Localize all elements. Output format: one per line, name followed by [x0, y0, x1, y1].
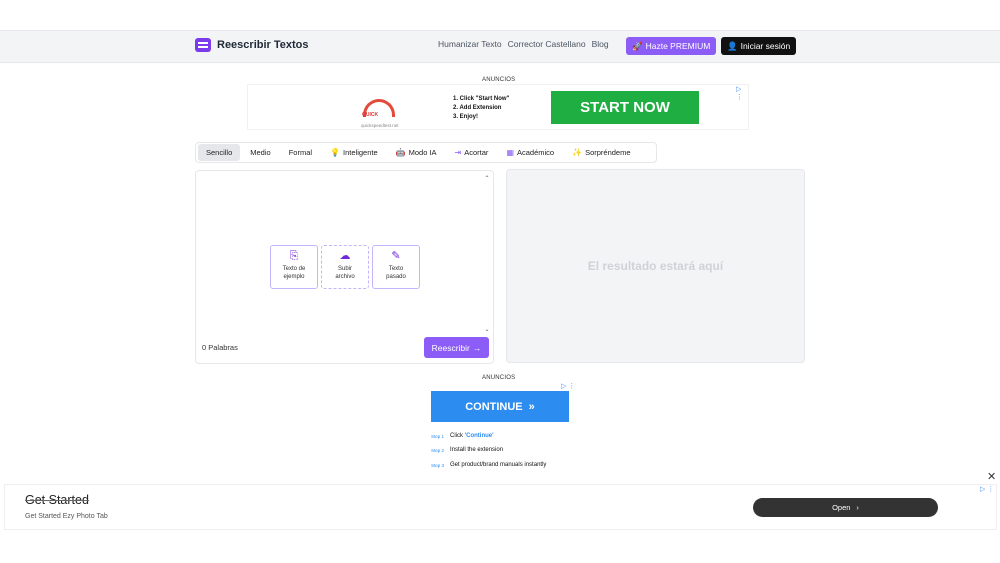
- input-editor[interactable]: ⌃ ⌄ ⎘ Texto de ejemplo ☁ Subir archivo ✎…: [195, 170, 494, 364]
- ad-banner-top[interactable]: QUICK quickspeedtest.net 1. Click "Start…: [247, 84, 749, 130]
- sparkle-icon: ✨: [572, 148, 583, 157]
- word-count: 0 Palabras: [202, 343, 238, 352]
- tab-acortar[interactable]: ⇥ Acortar: [447, 144, 497, 161]
- ad-banner-middle[interactable]: ▷ ⋮ CONTINUE » Step 1 Click 'Continue' S…: [424, 383, 576, 479]
- premium-button[interactable]: 🚀 Hazte PREMIUM: [626, 37, 717, 55]
- ad-steps: 1. Click "Start Now" 2. Add Extension 3.…: [453, 95, 509, 122]
- tab-label: Medio: [250, 148, 271, 157]
- tab-modo-ia[interactable]: 🤖 Modo IA: [388, 144, 445, 161]
- rewrite-label: Reescribir: [431, 342, 470, 353]
- start-now-button[interactable]: START NOW: [551, 91, 699, 124]
- ad-step-2: Step 2 Install the extension: [431, 447, 503, 453]
- option-label: pasado: [386, 274, 406, 280]
- top-nav: Humanizar Texto Corrector Castellano Blo…: [438, 39, 609, 49]
- logo-text: Reescribir Textos: [217, 39, 309, 51]
- page: Reescribir Textos Humanizar Texto Correc…: [0, 0, 1000, 563]
- step-text: Get product/brand manuals instantly: [450, 462, 547, 468]
- ad-brand-url: quickspeedtest.net: [361, 123, 399, 128]
- tab-label: Modo IA: [408, 148, 437, 157]
- double-chevron-right-icon: »: [528, 400, 535, 413]
- login-button[interactable]: 👤 Iniciar sesión: [721, 37, 797, 55]
- ad-title: Get Started: [25, 493, 89, 507]
- nav-link-corrector[interactable]: Corrector Castellano: [508, 39, 586, 49]
- sample-text-button[interactable]: ⎘ Texto de ejemplo: [270, 245, 318, 289]
- ad-brand-name: QUICK: [362, 112, 379, 118]
- step-text: Install the extension: [450, 447, 504, 453]
- user-icon: 👤: [727, 40, 738, 51]
- ad-step-1: Step 1 Click 'Continue': [431, 433, 494, 439]
- ads-label-top: ANUNCIOS: [482, 77, 516, 83]
- tab-medio[interactable]: Medio: [242, 144, 278, 161]
- result-panel: El resultado estará aquí: [506, 169, 805, 363]
- nav-link-humanizar[interactable]: Humanizar Texto: [438, 39, 502, 49]
- login-label: Iniciar sesión: [740, 41, 791, 51]
- ad-banner-bottom[interactable]: Get Started Get Started Ezy Photo Tab Op…: [4, 484, 997, 530]
- step-highlight: 'Continue': [464, 433, 494, 439]
- continue-button[interactable]: CONTINUE »: [431, 391, 569, 422]
- tab-label: Académico: [517, 148, 555, 157]
- result-placeholder: El resultado estará aquí: [587, 259, 724, 273]
- document-import-icon: ⎘: [289, 250, 299, 262]
- adchoices-icon[interactable]: ▷ ⋮: [980, 485, 994, 493]
- adchoices-icon[interactable]: ▷ ⋮: [561, 382, 575, 390]
- tab-academico[interactable]: ▦ Académico: [498, 144, 562, 161]
- editor-scrollbar[interactable]: ⌃ ⌄: [483, 175, 491, 333]
- step-text: Click: [450, 433, 465, 439]
- continue-label: CONTINUE: [465, 400, 523, 413]
- rewrite-button[interactable]: Reescribir →: [424, 337, 489, 358]
- chat-bubble-icon: [195, 38, 211, 52]
- rocket-icon: 🚀: [632, 40, 643, 51]
- tab-formal[interactable]: Formal: [281, 144, 320, 161]
- ad-step-3: Step 3 Get product/brand manuals instant…: [431, 462, 546, 468]
- ad-step-3: 3. Enjoy!: [453, 114, 479, 120]
- mode-tabs: Sencillo Medio Formal 💡 Inteligente 🤖 Modo…: [195, 142, 657, 163]
- chevron-right-icon: ›: [856, 503, 859, 512]
- header: Reescribir Textos Humanizar Texto Correc…: [0, 30, 1000, 63]
- logo[interactable]: Reescribir Textos: [195, 38, 309, 52]
- previous-text-button[interactable]: ✎ Texto pasado: [372, 245, 420, 289]
- open-label: Open: [832, 503, 851, 512]
- tab-label: Acortar: [464, 148, 489, 157]
- shorten-icon: ⇥: [454, 148, 462, 157]
- step-number: Step 3: [431, 462, 445, 468]
- ad-subtitle: Get Started Ezy Photo Tab: [25, 513, 108, 520]
- tab-sencillo[interactable]: Sencillo: [198, 144, 241, 161]
- open-button[interactable]: Open ›: [753, 498, 938, 517]
- calendar-icon: ▦: [506, 148, 514, 157]
- step-number: Step 2: [431, 447, 445, 453]
- nav-link-blog[interactable]: Blog: [592, 39, 609, 49]
- option-label: Texto: [388, 266, 404, 272]
- step-number: Step 1: [431, 433, 445, 439]
- upload-file-button[interactable]: ☁ Subir archivo: [321, 245, 369, 289]
- premium-label: Hazte PREMIUM: [645, 41, 711, 51]
- ad-step-1: 1. Click "Start Now": [453, 96, 510, 102]
- option-label: archivo: [335, 274, 355, 280]
- tab-label: Formal: [288, 148, 313, 157]
- ad-step-2: 2. Add Extension: [453, 105, 502, 111]
- cloud-upload-icon: ☁: [339, 250, 351, 262]
- option-label: ejemplo: [283, 274, 305, 280]
- robot-icon: 🤖: [395, 148, 406, 157]
- tab-label: Inteligente: [343, 148, 378, 157]
- close-ad-icon[interactable]: ✕: [987, 470, 996, 483]
- option-label: Texto de: [282, 266, 306, 272]
- arrow-right-icon: →: [472, 342, 482, 353]
- adchoices-icon[interactable]: ▷ ⋮: [736, 85, 748, 101]
- tab-label: Sorpréndeme: [585, 148, 631, 157]
- document-edit-icon: ✎: [391, 250, 401, 262]
- lightbulb-icon: 💡: [330, 148, 341, 157]
- tab-inteligente[interactable]: 💡 Inteligente: [322, 144, 386, 161]
- ads-label-middle: ANUNCIOS: [482, 375, 516, 381]
- scroll-down-icon[interactable]: ⌄: [483, 326, 491, 333]
- scroll-up-icon[interactable]: ⌃: [483, 175, 491, 182]
- tab-sorprendeme[interactable]: ✨ Sorpréndeme: [564, 144, 638, 161]
- option-label: Subir: [337, 266, 352, 272]
- tab-label: Sencillo: [206, 148, 233, 157]
